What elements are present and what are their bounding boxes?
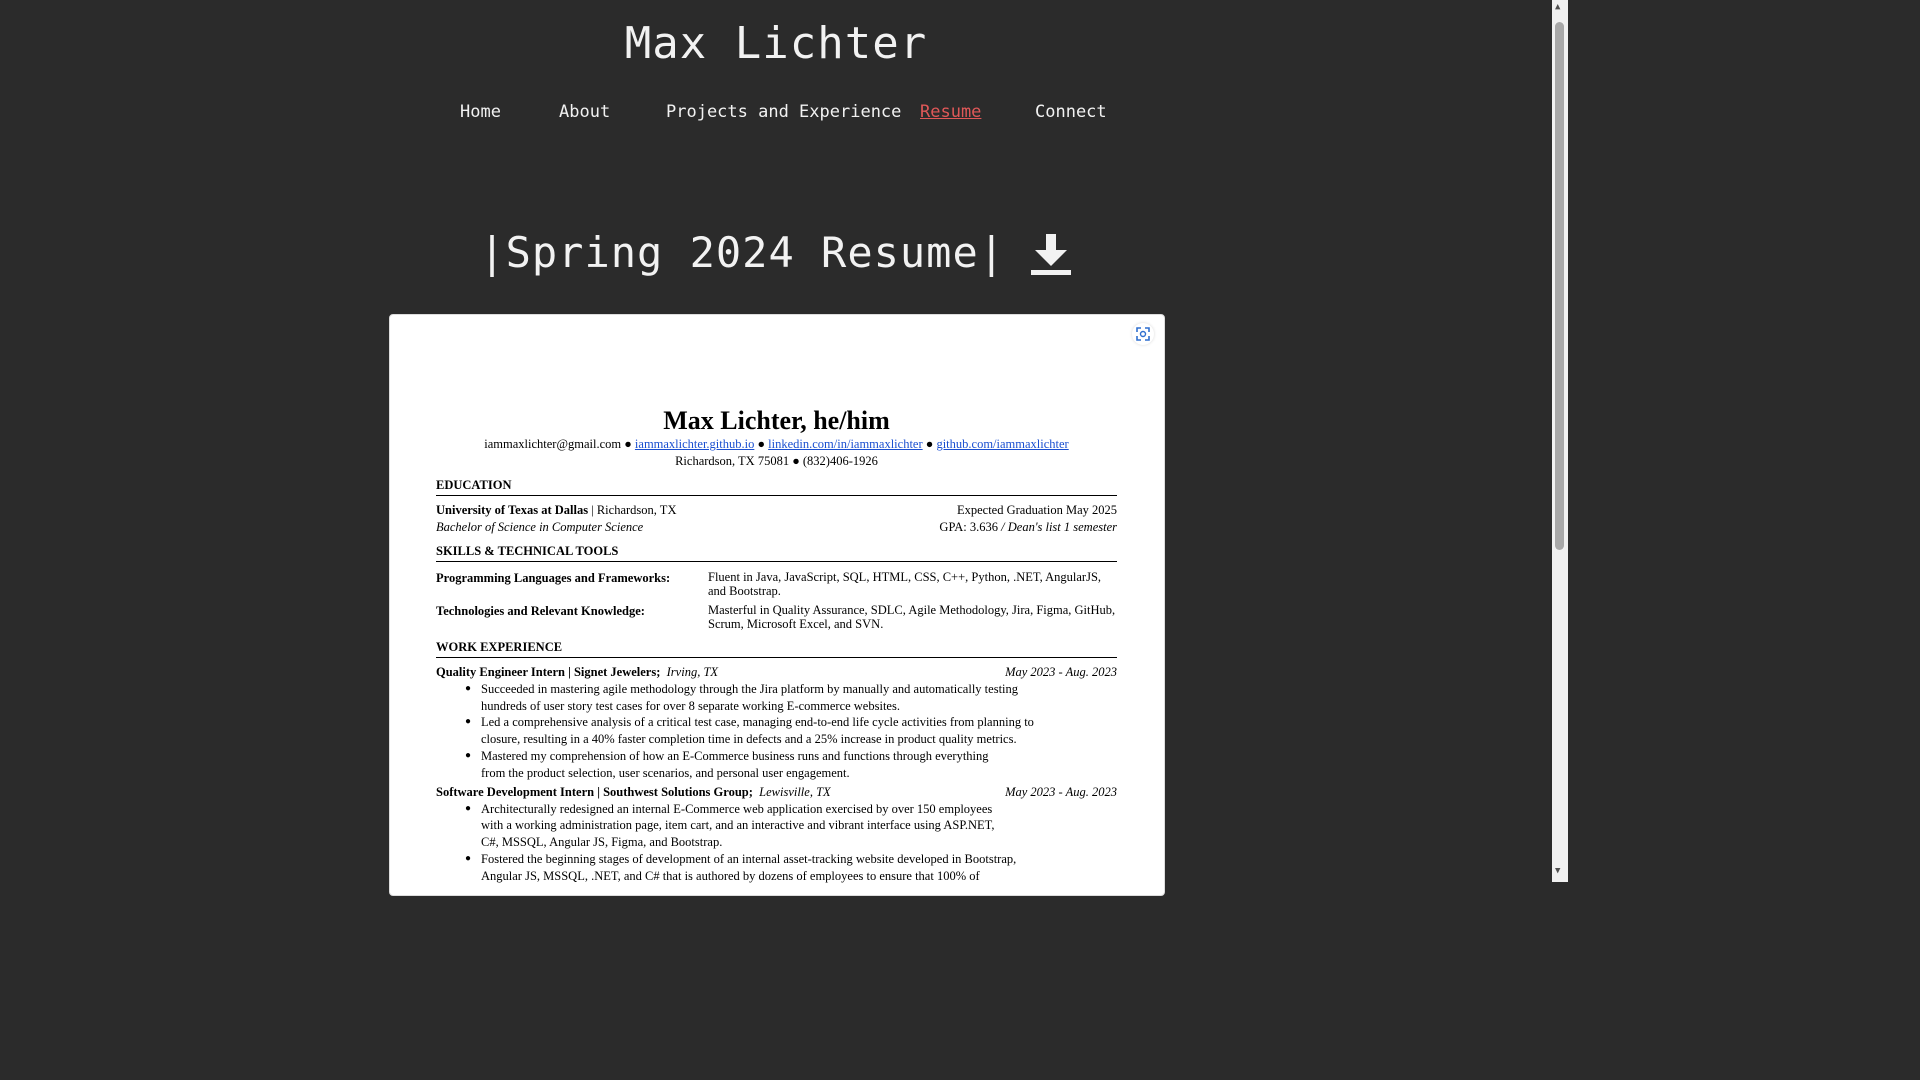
- resume-name: Max Lichter, he/him: [663, 406, 890, 435]
- gpa: GPA: 3.636: [939, 519, 999, 534]
- job-role: Software Development Intern | Southwest …: [436, 784, 753, 799]
- nav-home[interactable]: Home: [460, 102, 501, 122]
- job-bullet: Led a comprehensive analysis of a critic…: [465, 714, 1059, 748]
- degree: Bachelor of Science in Computer Science: [436, 519, 644, 534]
- address-line: Richardson, TX 75081 ● (832)406-1926: [675, 453, 878, 468]
- job-dates: May 2023 - Aug. 2023: [1005, 665, 1117, 680]
- job-bullets: Succeeded in mastering agile methodology…: [436, 681, 1117, 782]
- job-header: Quality Engineer Intern | Signet Jeweler…: [436, 664, 1117, 681]
- resume-document: Max Lichter, he/him iammaxlichter@gmail.…: [436, 405, 1117, 885]
- separator: ●: [624, 437, 632, 452]
- resume-heading: |Spring 2024 Resume|: [479, 228, 1006, 277]
- job-dates: May 2023 - Aug. 2023: [1005, 784, 1117, 799]
- resume-heading-row: |Spring 2024 Resume|: [0, 228, 1552, 284]
- graduation-date: Expected Graduation May 2025: [956, 503, 1117, 518]
- job-header: Software Development Intern | Southwest …: [436, 784, 1117, 801]
- school-name: University of Texas at Dallas: [436, 503, 589, 518]
- main-nav: Home About Projects and Experience Resum…: [0, 102, 1552, 126]
- download-icon[interactable]: [1029, 230, 1073, 276]
- skill-row: Technologies and Relevant Knowledge: Mas…: [436, 603, 1117, 632]
- github-link[interactable]: github.com/iammaxlichter: [936, 437, 1068, 451]
- school-location: | Richardson, TX: [588, 503, 677, 518]
- skill-label: Technologies and Relevant Knowledge:: [436, 603, 645, 618]
- section-work: WORK EXPERIENCE: [436, 639, 1117, 659]
- scroll-down-icon[interactable]: ▼: [1555, 866, 1560, 876]
- linkedin-link[interactable]: linkedin.com/in/iammaxlichter: [768, 437, 922, 451]
- portfolio-link[interactable]: iammaxlichter.github.io: [635, 437, 754, 451]
- job-role: Quality Engineer Intern | Signet Jeweler…: [436, 665, 661, 680]
- scrollbar-thumb[interactable]: [1555, 22, 1564, 550]
- job-bullet: Mastered my comprehension of how an E-Co…: [465, 748, 1001, 782]
- deans-list: / Dean's list 1 semester: [998, 519, 1117, 534]
- separator: ●: [925, 437, 934, 452]
- email: iammaxlichter@gmail.com: [484, 437, 622, 452]
- job-place: Lewisville, TX: [759, 784, 831, 799]
- skill-value: Masterful in Quality Assurance, SDLC, Ag…: [708, 602, 1116, 632]
- expand-icon[interactable]: [1132, 323, 1154, 345]
- skill-label: Programming Languages and Frameworks:: [436, 570, 671, 585]
- nav-resume[interactable]: Resume: [920, 102, 981, 122]
- separator: ●: [757, 437, 766, 452]
- site-title: Max Lichter: [624, 18, 928, 69]
- skill-row: Programming Languages and Frameworks: Fl…: [436, 570, 1117, 599]
- job-bullet: Fostered the beginning stages of develop…: [465, 851, 1026, 885]
- job-place: Irving, TX: [666, 665, 719, 680]
- resume-viewer[interactable]: Max Lichter, he/him iammaxlichter@gmail.…: [389, 314, 1165, 896]
- nav-about[interactable]: About: [559, 102, 610, 122]
- contact-line: iammaxlichter@gmail.com ● iammaxlichter.…: [436, 436, 1117, 453]
- page-scrollbar[interactable]: ▲ ▼: [1552, 0, 1568, 882]
- skill-value: Fluent in Java, JavaScript, SQL, HTML, C…: [708, 569, 1102, 599]
- section-skills: SKILLS & TECHNICAL TOOLS: [436, 543, 1117, 562]
- job-bullet: Succeeded in mastering agile methodology…: [465, 681, 1041, 715]
- nav-connect[interactable]: Connect: [1035, 102, 1107, 122]
- job-bullet: Architecturally redesigned an internal E…: [465, 801, 1001, 852]
- scroll-up-icon[interactable]: ▲: [1555, 2, 1560, 12]
- section-education: EDUCATION: [436, 477, 1117, 497]
- job-bullets: Architecturally redesigned an internal E…: [436, 801, 1117, 885]
- nav-projects[interactable]: Projects and Experience: [666, 102, 901, 122]
